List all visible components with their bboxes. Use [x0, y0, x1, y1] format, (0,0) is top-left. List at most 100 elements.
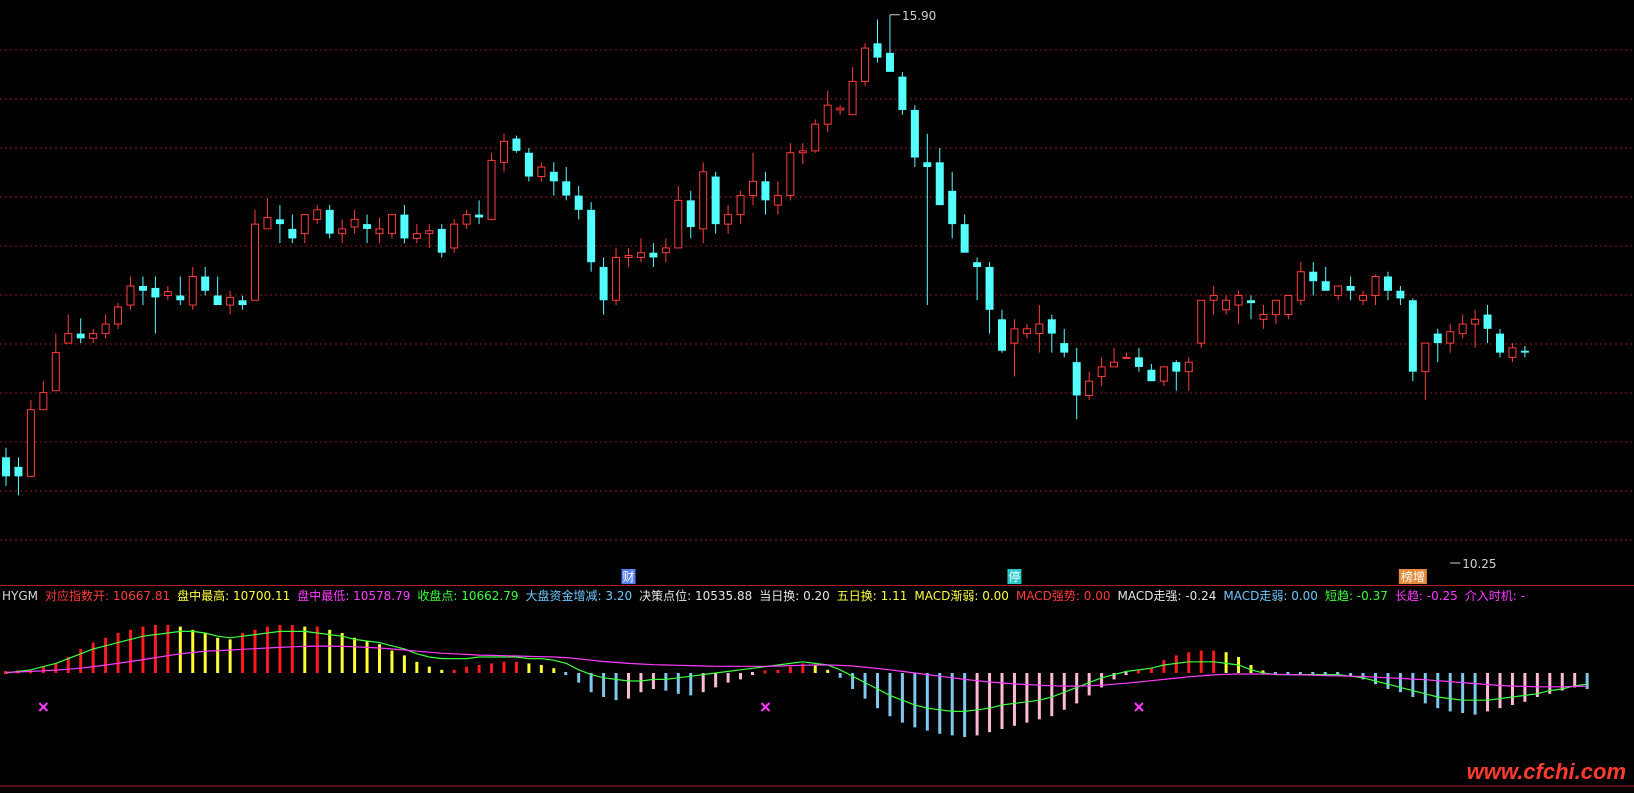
candle-body [1321, 281, 1330, 291]
candle-body [51, 352, 60, 392]
candle-body [487, 159, 496, 220]
macd-bar [1136, 670, 1140, 674]
candle-body [288, 228, 297, 239]
candle-body [300, 214, 309, 235]
legend-item: 收盘点: 10662.79 [417, 588, 518, 603]
candle-body [500, 140, 508, 163]
candle-body [686, 200, 695, 227]
legend-item: 当日换: 0.20 [759, 589, 830, 603]
candle-body [1520, 350, 1529, 353]
candle-body [437, 228, 446, 253]
candle-body [213, 295, 222, 306]
candle-body [1296, 271, 1305, 301]
candle-body [1097, 366, 1106, 377]
candle-body [475, 214, 484, 218]
candle-body [1234, 295, 1243, 306]
macd-bar [751, 672, 754, 675]
candle-body [114, 306, 123, 325]
candle-body [1396, 290, 1405, 299]
candle-body [1035, 323, 1044, 335]
candle-body [973, 262, 982, 267]
candle-body [39, 392, 48, 411]
candle-body [425, 230, 434, 235]
candle-body [275, 219, 284, 225]
candle-body [636, 252, 645, 258]
candle-body [562, 181, 571, 196]
candle-body [238, 300, 247, 306]
candle-body [599, 266, 608, 301]
candle-body [1334, 285, 1343, 297]
candle-body [1147, 369, 1156, 382]
legend-item: 长趋: -0.25 [1395, 589, 1458, 603]
candle-body [1408, 300, 1417, 372]
candle-body [873, 43, 882, 58]
candle-body [176, 295, 185, 301]
candle-body [823, 104, 832, 125]
candle-body [811, 123, 820, 152]
candle-body [450, 223, 459, 249]
candle-body [151, 287, 160, 298]
macd-bar [564, 672, 568, 675]
candle-body [674, 199, 683, 249]
candle-body [1446, 331, 1455, 344]
candle-body [1471, 318, 1480, 325]
candle-body [400, 214, 409, 239]
candle-body [1259, 314, 1268, 320]
candle-body [188, 275, 197, 306]
legend-item: 大盘资金增减: 3.20 [526, 588, 633, 603]
candle-body [798, 150, 807, 154]
candle-body [1209, 295, 1218, 301]
candle-body [549, 171, 558, 182]
candle-body [711, 176, 720, 225]
candle-body [64, 333, 73, 344]
candle-body [1110, 361, 1119, 368]
candle-body [1222, 299, 1231, 311]
candle-body [836, 107, 845, 111]
candle-body [661, 247, 670, 254]
candle-body [201, 276, 210, 291]
candle-body [226, 296, 235, 306]
candle-body [948, 190, 957, 225]
candle-body [263, 216, 272, 230]
candle-body [736, 195, 745, 216]
candle-body [761, 181, 770, 201]
legend-item: MACD走弱: 0.00 [1223, 589, 1318, 603]
legend-item: MACD走强: -0.24 [1118, 589, 1217, 603]
candle-body [375, 228, 384, 235]
candle-body [462, 214, 471, 225]
legend-item: 短趋: -0.37 [1325, 589, 1388, 603]
candle-body [126, 285, 135, 306]
candle-body [885, 52, 894, 72]
candle-body [1433, 333, 1442, 344]
candle-body [574, 195, 583, 210]
candle-body [1284, 295, 1293, 316]
candle-body [848, 80, 857, 116]
legend-item: 五日换: 1.11 [837, 589, 908, 603]
candle-body [1271, 299, 1280, 316]
candle-body [412, 233, 421, 239]
candle-body [786, 152, 795, 197]
macd-bar [1124, 672, 1128, 675]
candle-body [1159, 366, 1168, 382]
candle-body [773, 195, 782, 206]
candle-body [898, 76, 907, 110]
candle-body [1247, 300, 1255, 304]
candle-body [350, 218, 359, 228]
candle-body [1421, 342, 1430, 373]
candle-body [1060, 343, 1069, 353]
candle-body [923, 162, 932, 168]
legend-item: 盘中最低: 10578.79 [297, 588, 410, 603]
candle-body [1483, 314, 1492, 329]
candle-body [985, 266, 994, 310]
candle-body [935, 162, 944, 206]
low-price-label: 10.25 [1462, 557, 1496, 571]
candle-body [1134, 357, 1143, 367]
candle-body [960, 224, 969, 253]
candle-body [1346, 286, 1355, 291]
candle-body [1172, 362, 1181, 372]
chart-stage: 15.90 10.25 财 停 榜增 HYGM 对应指数开: 10667.81 盘中最高: 1… [0, 0, 1634, 789]
candle-body [910, 109, 919, 158]
candle-body [14, 466, 23, 477]
candle-body [251, 223, 259, 301]
candle-body [1309, 271, 1318, 282]
